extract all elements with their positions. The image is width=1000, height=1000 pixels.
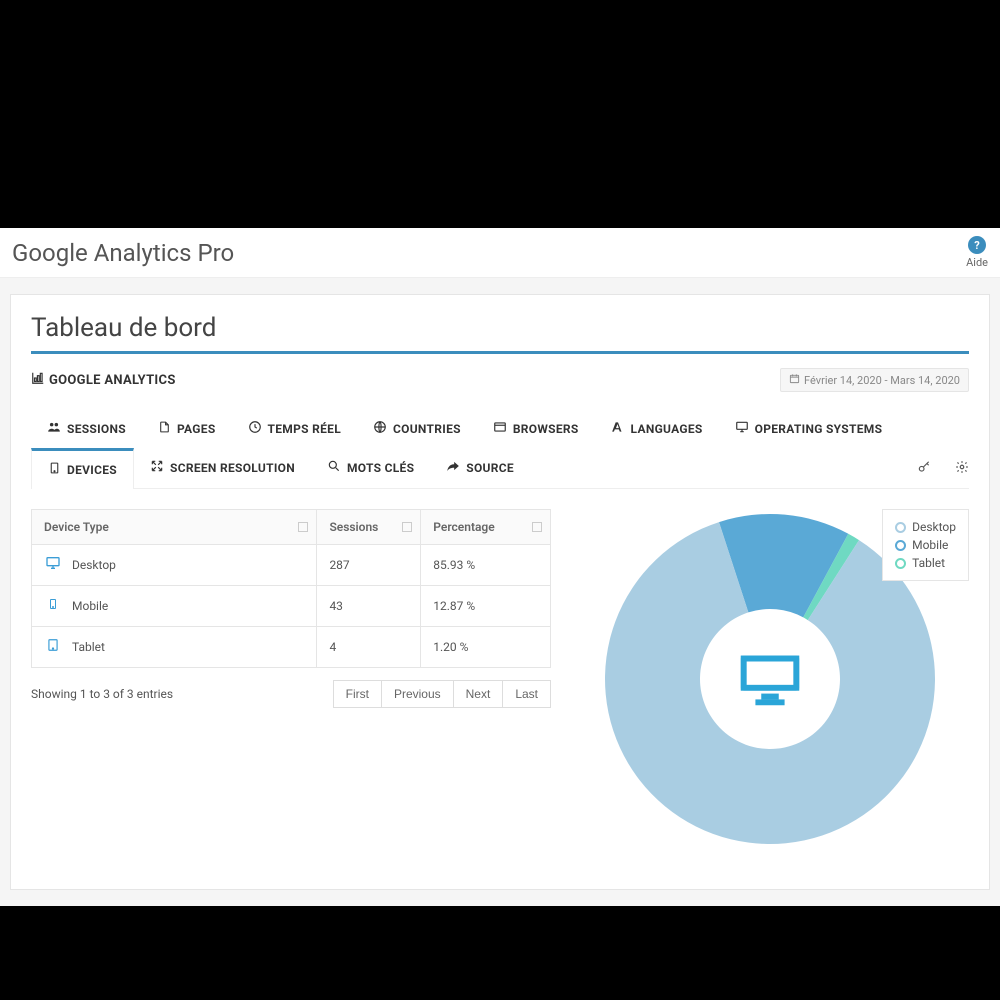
tab-countries[interactable]: COUNTRIES (357, 410, 477, 448)
device-table: Device TypeSessionsPercentage Desktop287… (31, 509, 551, 849)
column-header[interactable]: Percentage (421, 510, 551, 545)
chart-legend: DesktopMobileTablet (882, 509, 969, 581)
search-icon (327, 459, 341, 477)
tablet-icon (48, 461, 61, 479)
users-icon (47, 420, 61, 438)
tab-devices[interactable]: DEVICES (31, 448, 134, 489)
gear-icon[interactable] (955, 459, 969, 478)
help-label: Aide (966, 256, 988, 269)
pager-last[interactable]: Last (502, 680, 551, 708)
pager: First Previous Next Last (334, 680, 551, 708)
legend-item[interactable]: Desktop (895, 518, 956, 536)
tab-mots-clés[interactable]: MOTS CLÉS (311, 448, 430, 488)
calendar-icon (789, 373, 800, 387)
expand-icon (150, 459, 164, 477)
legend-item[interactable]: Mobile (895, 536, 956, 554)
help-button[interactable]: ? Aide (966, 236, 988, 269)
device-chart: DesktopMobileTablet (571, 509, 969, 849)
tab-browsers[interactable]: BROWSERS (477, 410, 595, 448)
tablet-icon (44, 637, 62, 657)
app-title: Google Analytics Pro (12, 239, 234, 267)
column-header[interactable]: Device Type (32, 510, 317, 545)
subtitle: GOOGLE ANALYTICS (31, 371, 176, 389)
dashboard-panel: Tableau de bord GOOGLE ANALYTICS Février… (10, 294, 990, 890)
pager-first[interactable]: First (333, 680, 382, 708)
file-icon (158, 420, 171, 438)
tab-languages[interactable]: LANGUAGES (595, 410, 719, 448)
date-range-picker[interactable]: Février 14, 2020 - Mars 14, 2020 (780, 368, 969, 392)
help-icon: ? (968, 236, 986, 254)
font-icon (611, 420, 625, 438)
bar-chart-icon (31, 371, 45, 389)
tabs: SESSIONSPAGESTEMPS RÉELCOUNTRIESBROWSERS… (31, 410, 969, 489)
table-row[interactable]: Mobile4312.87 % (32, 586, 551, 627)
share-icon (446, 459, 460, 477)
tab-source[interactable]: SOURCE (430, 448, 530, 488)
page-title: Tableau de bord (31, 313, 969, 354)
desktop-icon (705, 614, 835, 744)
tab-operating-systems[interactable]: OPERATING SYSTEMS (719, 410, 899, 448)
mobile-icon (44, 596, 62, 616)
tab-sessions[interactable]: SESSIONS (31, 410, 142, 448)
clock-icon (248, 420, 262, 438)
key-icon[interactable] (917, 459, 931, 478)
pager-next[interactable]: Next (453, 680, 504, 708)
column-header[interactable]: Sessions (317, 510, 421, 545)
globe-icon (373, 420, 387, 438)
topbar: Google Analytics Pro ? Aide (0, 228, 1000, 278)
tab-pages[interactable]: PAGES (142, 410, 232, 448)
table-footer-info: Showing 1 to 3 of 3 entries (31, 687, 173, 701)
monitor-icon (735, 420, 749, 438)
pager-previous[interactable]: Previous (381, 680, 454, 708)
legend-item[interactable]: Tablet (895, 554, 956, 572)
table-row[interactable]: Desktop28785.93 % (32, 545, 551, 586)
desktop-icon (44, 555, 62, 575)
tab-screen-resolution[interactable]: SCREEN RESOLUTION (134, 448, 311, 488)
table-row[interactable]: Tablet41.20 % (32, 627, 551, 668)
tab-temps-réel[interactable]: TEMPS RÉEL (232, 410, 357, 448)
window-icon (493, 420, 507, 438)
